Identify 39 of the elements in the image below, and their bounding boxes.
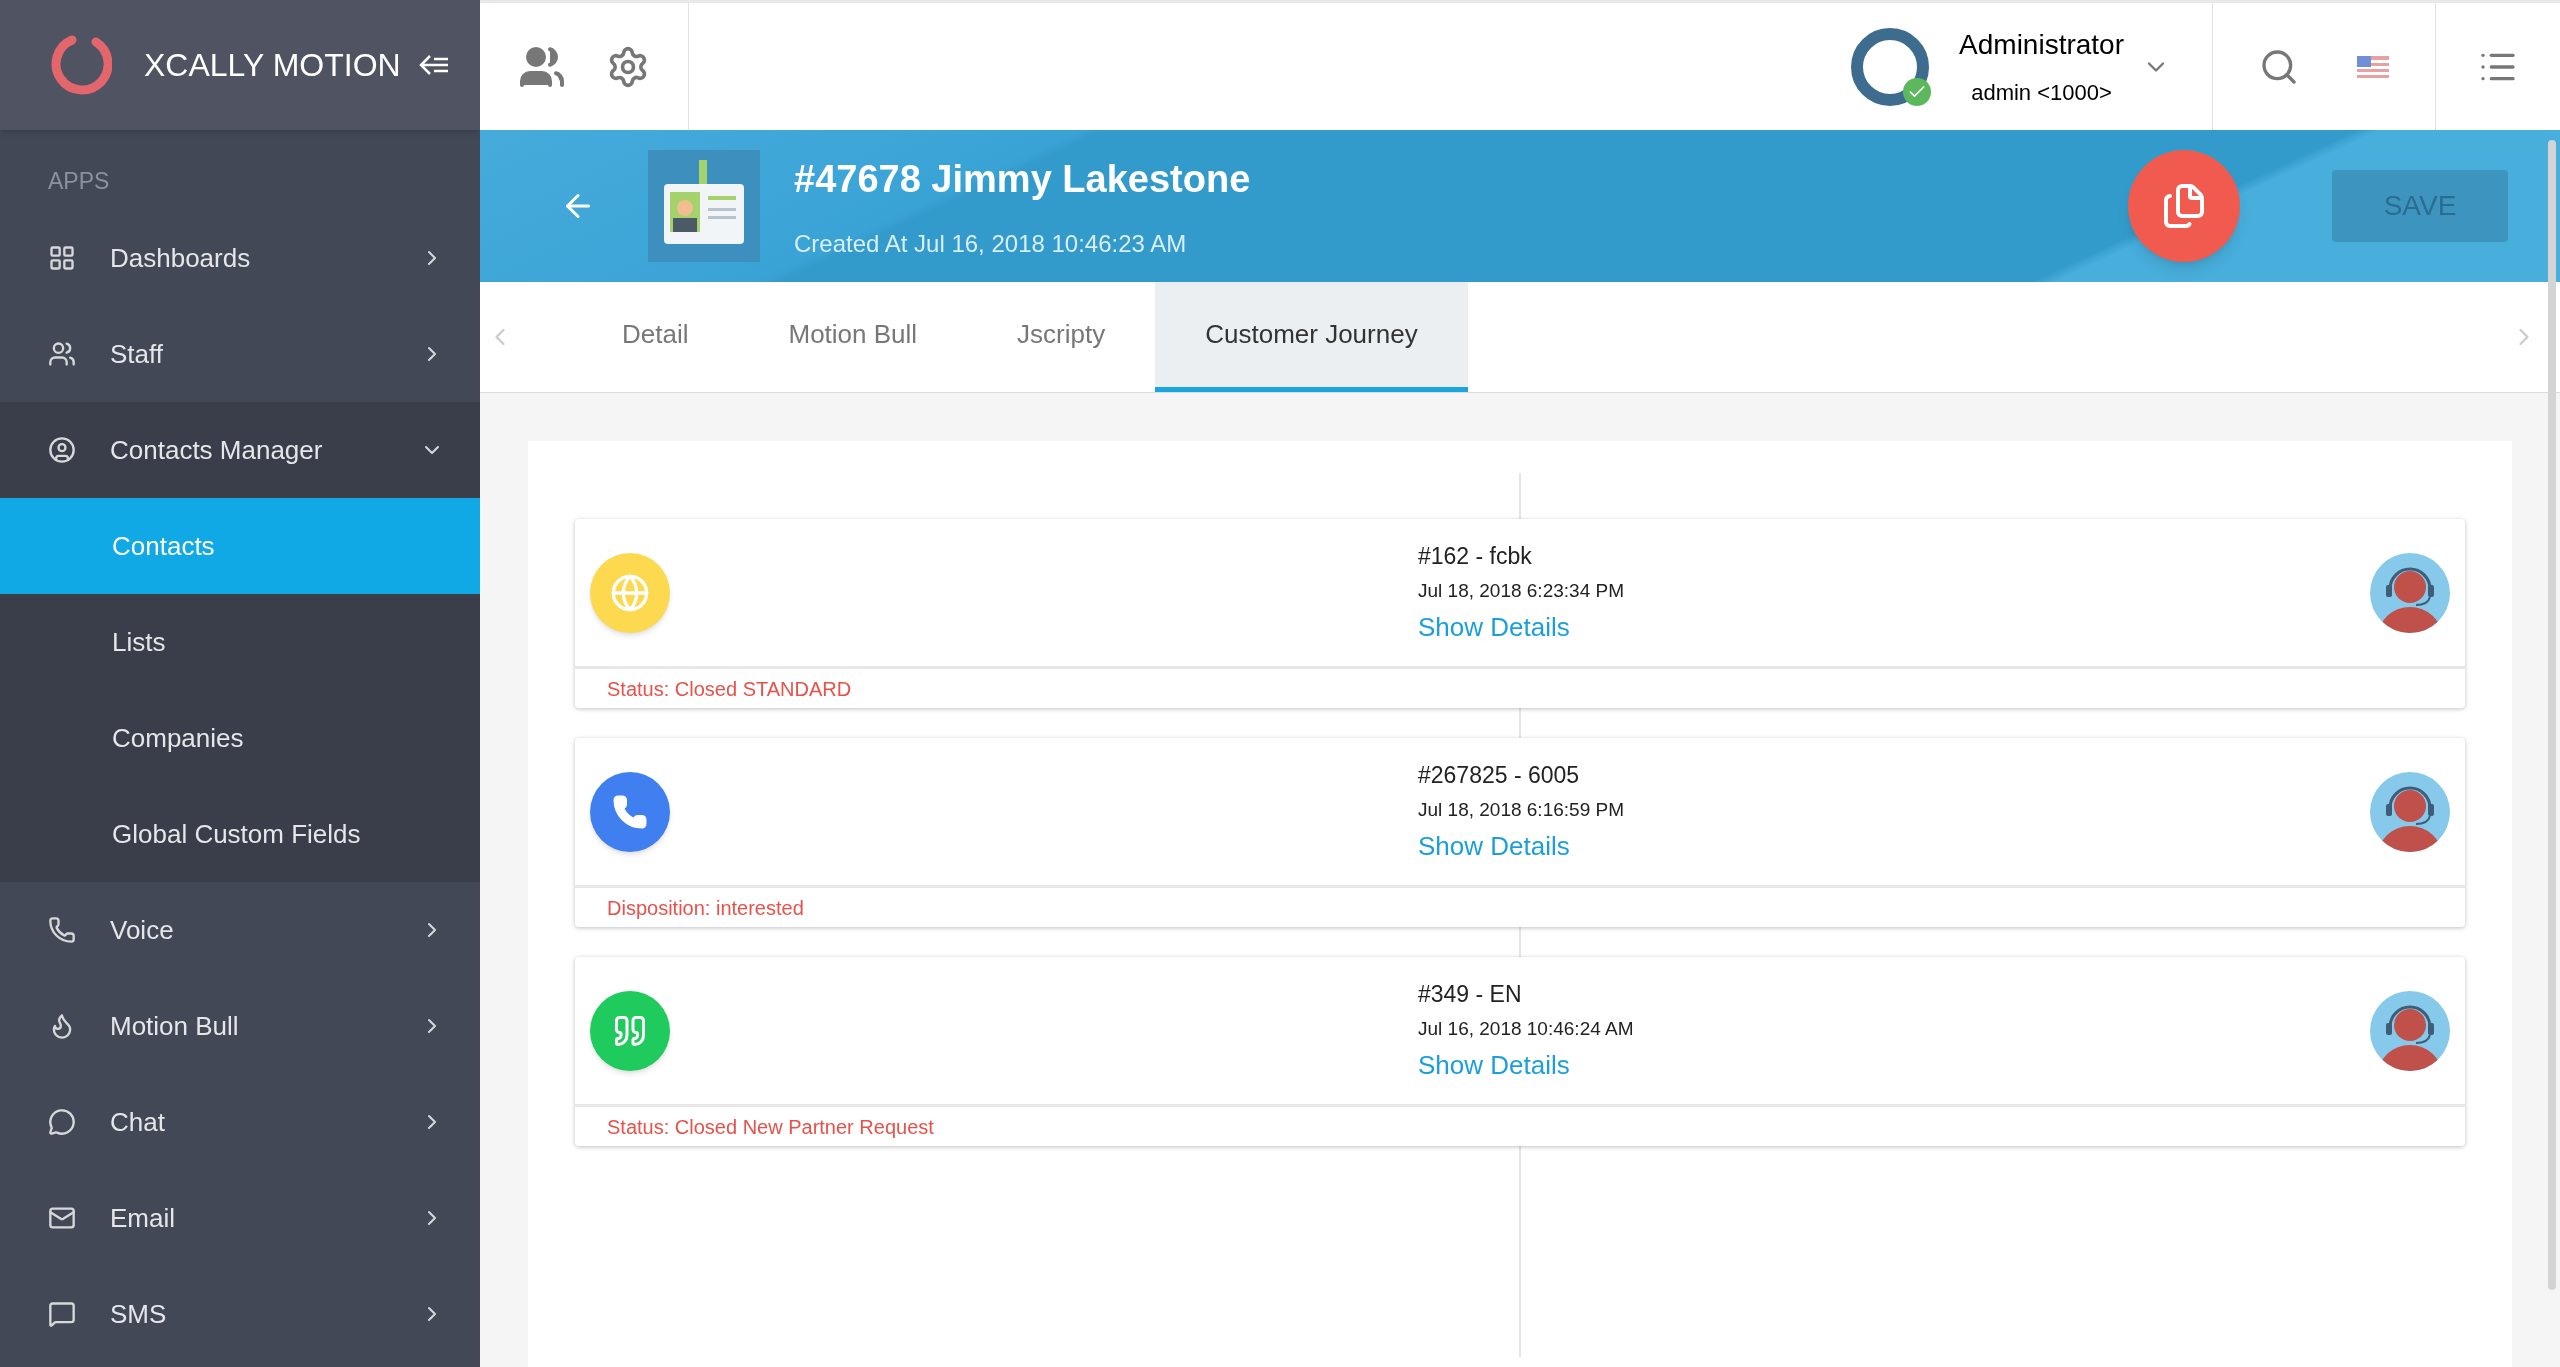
interaction-title: #349 - EN: [1418, 979, 1523, 1009]
logo-icon: [50, 34, 112, 96]
sidebar-subitem[interactable]: Companies: [0, 690, 480, 786]
flag-icon: [2357, 55, 2389, 78]
interaction-title: #162 - fcbk: [1418, 541, 1533, 571]
agent-avatar-icon: [2370, 771, 2450, 852]
sidebar-item[interactable]: Staff: [0, 306, 480, 402]
scrollbar-thumb[interactable]: [2548, 140, 2556, 1290]
user-name: Administrator: [1959, 28, 2124, 62]
brand-name: XCALLY MOTION: [144, 46, 401, 85]
interaction-title: #267825 - 6005: [1418, 760, 1581, 790]
sidebar-subitem[interactable]: Global Custom Fields: [0, 786, 480, 882]
tab[interactable]: Detail: [572, 282, 739, 392]
flag-button[interactable]: [2357, 55, 2389, 78]
sidebar-item[interactable]: Email: [0, 1170, 480, 1266]
tab[interactable]: Jscripty: [967, 282, 1156, 392]
sidebar-item[interactable]: Voice: [0, 882, 480, 978]
section-label: APPS: [47, 167, 111, 196]
interaction-footer: Status: Closed New Partner Request: [607, 1111, 934, 1142]
tab[interactable]: Customer Journey: [1155, 282, 1468, 392]
sidebar-item[interactable]: SMS: [0, 1266, 480, 1362]
agent-avatar-icon: [2370, 990, 2450, 1071]
sidebar-subitem[interactable]: Lists: [0, 594, 480, 690]
interaction-footer: Disposition: interested: [607, 892, 804, 923]
interaction-date: Jul 16, 2018 10:46:24 AM: [1418, 1017, 1634, 1041]
interaction-footer: Status: Closed STANDARD: [607, 673, 852, 704]
phone-icon: [612, 793, 648, 830]
sidebar-item[interactable]: Chat: [0, 1074, 480, 1170]
created-date: Created At Jul 16, 2018 10:46:23 AM: [794, 228, 1188, 259]
sidebar-item[interactable]: Dashboards: [0, 210, 480, 306]
sidebar-item[interactable]: Motion Bull: [0, 978, 480, 1074]
sidebar-item[interactable]: Contacts Manager: [0, 402, 480, 498]
globe-icon: [610, 572, 650, 613]
interaction-date: Jul 18, 2018 6:23:34 PM: [1418, 579, 1624, 603]
tab[interactable]: Motion Bull: [738, 282, 968, 392]
agent-avatar-icon: [2370, 552, 2450, 633]
contact-title: #47678 Jimmy Lakestone: [794, 156, 1251, 202]
interaction-date: Jul 18, 2018 6:16:59 PM: [1418, 798, 1624, 822]
user-account: admin <1000>: [1971, 79, 2112, 107]
